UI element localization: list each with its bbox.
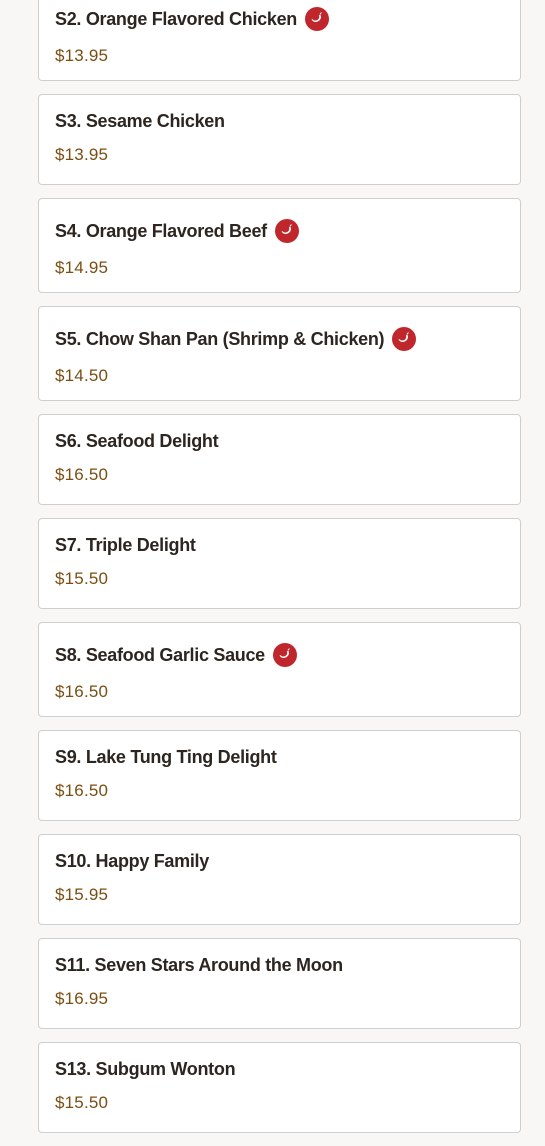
menu-item-card[interactable]: S9. Lake Tung Ting Delight $16.50 xyxy=(38,730,521,821)
menu-item-card[interactable]: S5. Chow Shan Pan (Shrimp & Chicken) $14… xyxy=(38,306,521,401)
menu-item-card[interactable]: S7. Triple Delight $15.50 xyxy=(38,518,521,609)
item-title-row: S4. Orange Flavored Beef xyxy=(55,219,299,243)
menu-item-list: S2. Orange Flavored Chicken $13.95 S3. S… xyxy=(38,0,521,1146)
item-name: S7. Triple Delight xyxy=(55,534,196,555)
item-title-row: S13. Subgum Wonton xyxy=(55,1057,236,1081)
chili-pepper-icon xyxy=(272,643,297,667)
chili-pepper-icon xyxy=(304,7,329,31)
menu-item-card[interactable]: S11. Seven Stars Around the Moon $16.95 xyxy=(38,938,521,1029)
item-price: $16.95 xyxy=(55,989,109,1008)
item-price: $14.50 xyxy=(55,366,109,385)
menu-item-card[interactable]: S4. Orange Flavored Beef $14.95 xyxy=(38,198,521,293)
item-name: S13. Subgum Wonton xyxy=(55,1058,236,1079)
item-title-row: S2. Orange Flavored Chicken xyxy=(55,7,329,31)
item-title-row: S8. Seafood Garlic Sauce xyxy=(55,643,297,667)
item-title-row: S7. Triple Delight xyxy=(55,533,196,557)
item-price: $15.50 xyxy=(55,1093,109,1112)
chili-pepper-icon xyxy=(392,327,417,351)
item-price: $16.50 xyxy=(55,781,109,800)
item-price: $15.95 xyxy=(55,885,109,904)
menu-item-card[interactable]: S2. Orange Flavored Chicken $13.95 xyxy=(38,0,521,81)
item-name: S3. Sesame Chicken xyxy=(55,110,225,131)
chili-pepper-icon xyxy=(274,219,299,243)
menu-item-card[interactable]: S8. Seafood Garlic Sauce $16.50 xyxy=(38,622,521,717)
menu-item-card[interactable]: S6. Seafood Delight $16.50 xyxy=(38,414,521,505)
item-price: $13.95 xyxy=(55,145,109,164)
item-name: S10. Happy Family xyxy=(55,850,209,871)
item-name: S8. Seafood Garlic Sauce xyxy=(55,644,265,665)
item-name: S2. Orange Flavored Chicken xyxy=(55,8,297,29)
item-name: S9. Lake Tung Ting Delight xyxy=(55,746,277,767)
item-price: $13.95 xyxy=(55,46,109,65)
menu-item-card[interactable]: S13. Subgum Wonton $15.50 xyxy=(38,1042,521,1133)
item-price: $14.95 xyxy=(55,258,109,277)
menu-item-card[interactable]: S10. Happy Family $15.95 xyxy=(38,834,521,925)
item-title-row: S3. Sesame Chicken xyxy=(55,109,225,133)
menu-item-card[interactable]: S3. Sesame Chicken $13.95 xyxy=(38,94,521,185)
item-price: $15.50 xyxy=(55,569,109,588)
item-title-row: S9. Lake Tung Ting Delight xyxy=(55,745,277,769)
item-title-row: S5. Chow Shan Pan (Shrimp & Chicken) xyxy=(55,327,417,351)
item-name: S11. Seven Stars Around the Moon xyxy=(55,954,343,975)
item-name: S6. Seafood Delight xyxy=(55,430,219,451)
item-price: $16.50 xyxy=(55,682,109,701)
item-price: $16.50 xyxy=(55,465,109,484)
item-title-row: S11. Seven Stars Around the Moon xyxy=(55,953,343,977)
item-title-row: S6. Seafood Delight xyxy=(55,429,219,453)
item-name: S4. Orange Flavored Beef xyxy=(55,220,267,241)
item-name: S5. Chow Shan Pan (Shrimp & Chicken) xyxy=(55,328,385,349)
item-title-row: S10. Happy Family xyxy=(55,849,209,873)
